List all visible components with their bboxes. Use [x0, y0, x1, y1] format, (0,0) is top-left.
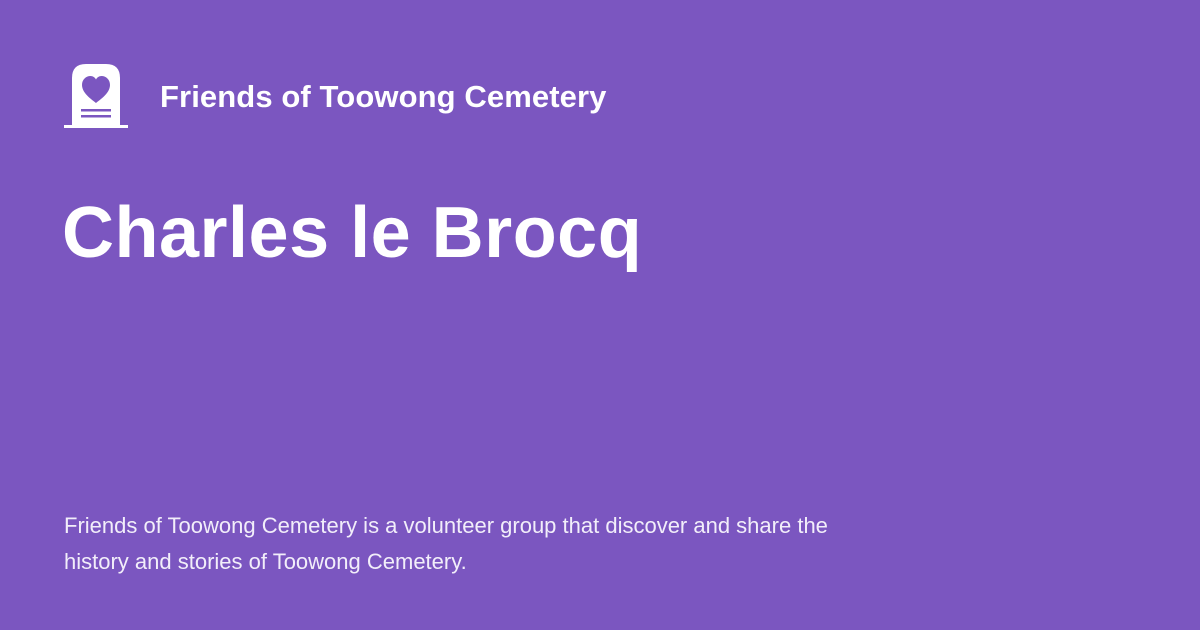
heart-headstone-icon — [64, 64, 128, 128]
brand-header: Friends of Toowong Cemetery — [64, 64, 607, 128]
site-description: Friends of Toowong Cemetery is a volunte… — [64, 513, 828, 574]
site-name: Friends of Toowong Cemetery — [160, 78, 607, 114]
share-card: Friends of Toowong Cemetery Charles le B… — [0, 0, 1200, 630]
page-title: Charles le Brocq — [62, 193, 643, 273]
